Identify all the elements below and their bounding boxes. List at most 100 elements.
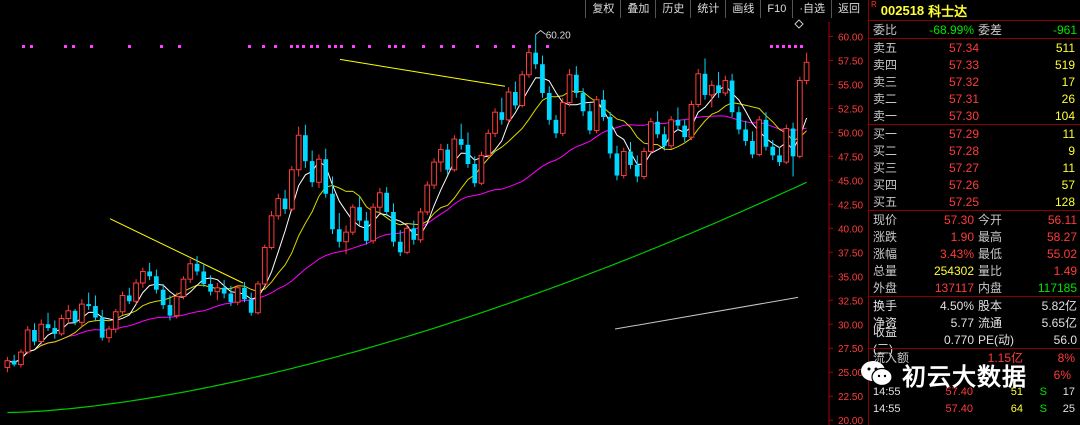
stat-value: 4.50% <box>939 298 974 313</box>
ask-row-3-volume: 17 <box>1061 74 1075 89</box>
stat-value: 56.11 <box>1047 212 1078 227</box>
tick-count: 25 <box>1062 402 1075 415</box>
toolbar-back-button[interactable]: 返回 <box>831 0 866 18</box>
candle-body <box>750 140 755 155</box>
y-tick-label: 35.00 <box>838 272 863 283</box>
y-tick-label: 20.00 <box>838 416 863 425</box>
toolbar-overlay-button[interactable]: 叠加 <box>620 0 655 18</box>
ask-row-4[interactable]: 卖四 57.33 519 <box>869 56 1080 73</box>
stock-name[interactable]: 科士达 <box>928 1 967 20</box>
stat-value: 254302 <box>933 263 974 278</box>
stock-code[interactable]: 002518 <box>881 3 924 18</box>
signal-dot <box>90 45 93 48</box>
ask-row-2-price: 57.31 <box>948 91 979 106</box>
candle-body <box>397 241 403 253</box>
toolbar-fuquan-button[interactable]: 复权 <box>585 0 620 18</box>
stat-row: 涨幅 3.43% 最低 55.02 <box>869 245 1080 262</box>
ask-row-3[interactable]: 卖三 57.32 17 <box>869 73 1080 90</box>
signal-dot <box>290 45 293 48</box>
candle-body <box>743 129 748 141</box>
candle-body <box>553 119 559 134</box>
stat-label: PE(动) <box>978 333 1015 347</box>
candle-body <box>492 111 498 134</box>
candle-body <box>797 80 803 157</box>
signal-dot <box>328 45 331 48</box>
signal-dot <box>770 45 773 48</box>
y-tick-label: 47.50 <box>838 152 863 163</box>
signal-dot <box>178 45 181 48</box>
candle-body <box>160 289 166 306</box>
signal-dot <box>248 45 251 48</box>
signal-dot <box>352 45 355 48</box>
y-tick-label: 27.50 <box>838 344 863 355</box>
stat-value: 5.82亿 <box>1041 299 1078 313</box>
candle-body <box>242 287 247 300</box>
bid-row-1[interactable]: 买一 57.29 11 <box>869 125 1080 142</box>
candle-body <box>614 153 620 176</box>
toolbar-f10-button[interactable]: F10 <box>760 0 792 18</box>
candle-body <box>316 158 322 183</box>
candle-body <box>99 317 105 338</box>
signal-dot <box>788 45 791 48</box>
bid-row-4-label: 买四 <box>873 178 898 192</box>
bid-row-4[interactable]: 买四 57.26 57 <box>869 176 1080 193</box>
candle-body <box>140 270 146 284</box>
toolbar-stats-button[interactable]: 统计 <box>690 0 725 18</box>
y-tick-label: 30.00 <box>838 320 863 331</box>
candle-body <box>228 293 234 303</box>
y-tick-label: 42.50 <box>838 200 863 211</box>
weibi-row: 委比 -68.99% 委差 -961 <box>869 20 1080 38</box>
tick-price: 57.40 <box>945 402 973 415</box>
y-tick-label: 52.50 <box>838 104 863 115</box>
candle-body <box>499 112 505 120</box>
ask-row-5[interactable]: 卖五 57.34 511 <box>869 39 1080 56</box>
candle-body <box>221 287 227 294</box>
signal-dot <box>402 45 405 48</box>
toolbar-draw-line-button[interactable]: 画线 <box>725 0 760 18</box>
peak-price-label: 60.20 <box>546 30 571 41</box>
stat-label: 总量 <box>873 264 898 278</box>
candle-body <box>349 206 356 233</box>
candle-body <box>86 304 91 307</box>
ask-row-3-label: 卖三 <box>873 75 898 89</box>
candle-body <box>695 73 702 106</box>
chart-toolbar: 复权 叠加 历史 统计 画线 F10 ·自选 返回 <box>585 0 866 18</box>
stat-value: 1.49 <box>1053 263 1078 278</box>
candle-body <box>268 215 275 248</box>
candle-body <box>58 317 65 335</box>
candle-body <box>79 303 85 323</box>
signal-dot <box>368 45 371 48</box>
kline-chart-area[interactable]: 60.00 57.50 55.00 52.50 50.00 47.50 45.00 42.50… <box>0 0 866 425</box>
stat-value: 3.43% <box>939 246 974 261</box>
bid-row-3[interactable]: 买三 57.27 11 <box>869 159 1080 176</box>
signal-dot <box>334 45 337 48</box>
tick-time: 14:55 <box>873 402 901 415</box>
bid-book: 买一 57.29 11 买二 57.28 9 买三 57.27 11 买四 57.26 57 买五 57.… <box>869 124 1080 210</box>
candle-body <box>675 119 681 126</box>
y-tick-label: 50.00 <box>838 128 863 139</box>
toolbar-history-button[interactable]: 历史 <box>655 0 690 18</box>
weicha-label: 委差 <box>978 23 1003 37</box>
bid-row-2[interactable]: 买二 57.28 9 <box>869 142 1080 159</box>
signal-dot <box>494 45 497 48</box>
toolbar-watchlist-button[interactable]: ·自选 <box>792 0 831 18</box>
kline-chart[interactable]: 60.00 57.50 55.00 52.50 50.00 47.50 45.00 42.50… <box>0 0 866 425</box>
stat-label: 股本 <box>978 299 1003 313</box>
signal-dot <box>310 45 313 48</box>
candle-body <box>438 149 444 163</box>
candle-body <box>722 80 729 94</box>
candle-body <box>729 80 735 113</box>
candle-body <box>783 128 790 163</box>
candle-body <box>147 271 152 277</box>
stat-label: 流通 <box>978 316 1003 330</box>
bid-row-5[interactable]: 买五 57.25 128 <box>869 193 1080 210</box>
ask-row-2[interactable]: 卖二 57.31 26 <box>869 90 1080 107</box>
candle-body <box>303 135 308 162</box>
stat-row: 涨跌 1.90 最高 58.27 <box>869 228 1080 245</box>
ask-row-1[interactable]: 卖一 57.30 104 <box>869 107 1080 124</box>
candle-body <box>214 287 221 293</box>
stat-value: 1.90 <box>950 229 974 244</box>
stat-label: 最低 <box>978 247 1003 261</box>
tick-row: 14:55 57.40 64 S 25 <box>869 400 1080 417</box>
candle-body <box>458 139 464 145</box>
